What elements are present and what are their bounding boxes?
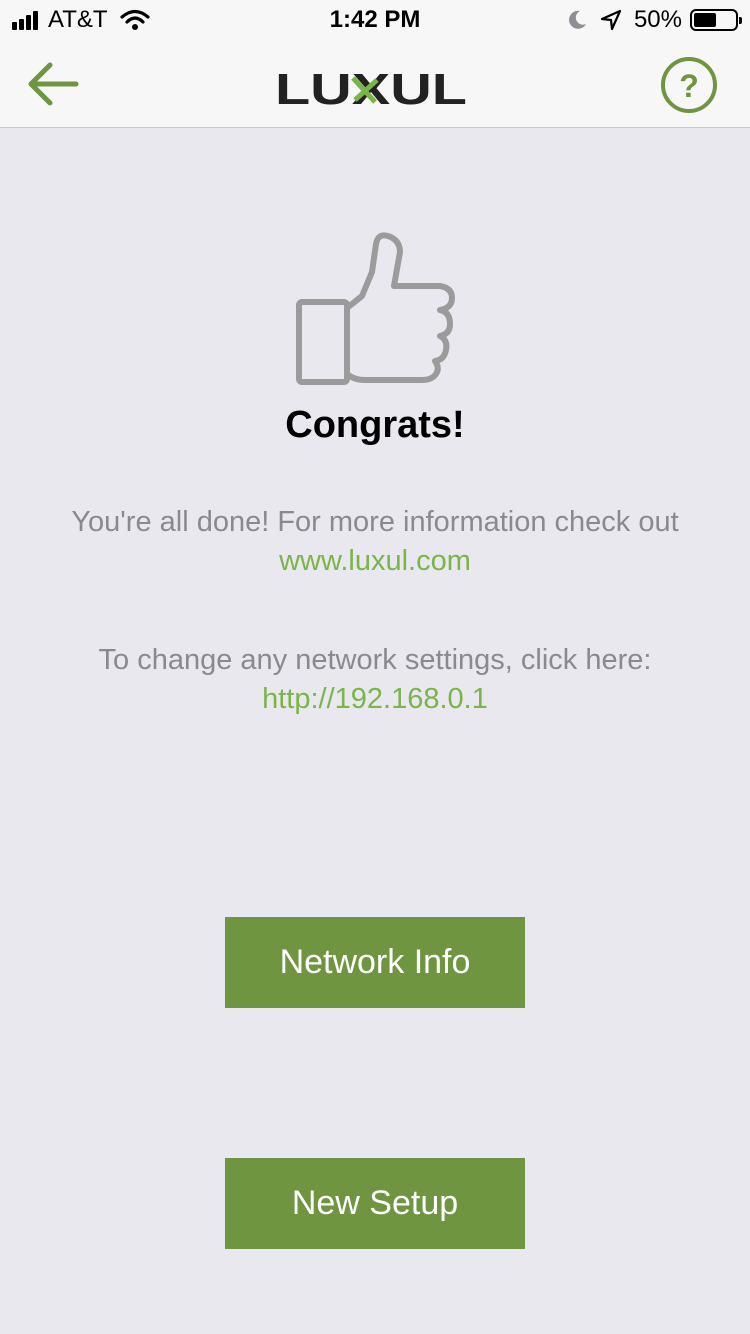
thumbs-up-icon <box>296 232 455 385</box>
help-icon: ? <box>661 57 717 113</box>
network-info-button[interactable]: Network Info <box>225 917 525 1008</box>
network-settings-text: To change any network settings, click he… <box>98 644 652 676</box>
svg-text:?: ? <box>679 68 699 104</box>
luxul-logo: LUXUL <box>275 65 467 110</box>
status-right: 50% <box>566 6 742 34</box>
congrats-title: Congrats! <box>285 404 465 446</box>
battery-icon <box>690 9 742 31</box>
done-message-text: You're all done! For more information ch… <box>71 506 679 538</box>
done-message: You're all done! For more information ch… <box>40 503 710 581</box>
back-button[interactable] <box>24 54 84 114</box>
location-arrow-icon <box>600 9 622 31</box>
help-button[interactable]: ? <box>660 56 718 114</box>
router-ip-link[interactable]: http://192.168.0.1 <box>262 683 488 715</box>
nav-bar: LUXUL ? <box>0 40 750 128</box>
battery-percent: 50% <box>633 6 682 33</box>
new-setup-button[interactable]: New Setup <box>225 1158 525 1249</box>
network-settings-message: To change any network settings, click he… <box>40 641 710 719</box>
luxul-website-link[interactable]: www.luxul.com <box>279 545 471 577</box>
back-arrow-icon <box>28 62 79 106</box>
moon-icon <box>569 10 586 29</box>
status-bar: AT&T 1:42 PM 50% <box>0 0 750 40</box>
